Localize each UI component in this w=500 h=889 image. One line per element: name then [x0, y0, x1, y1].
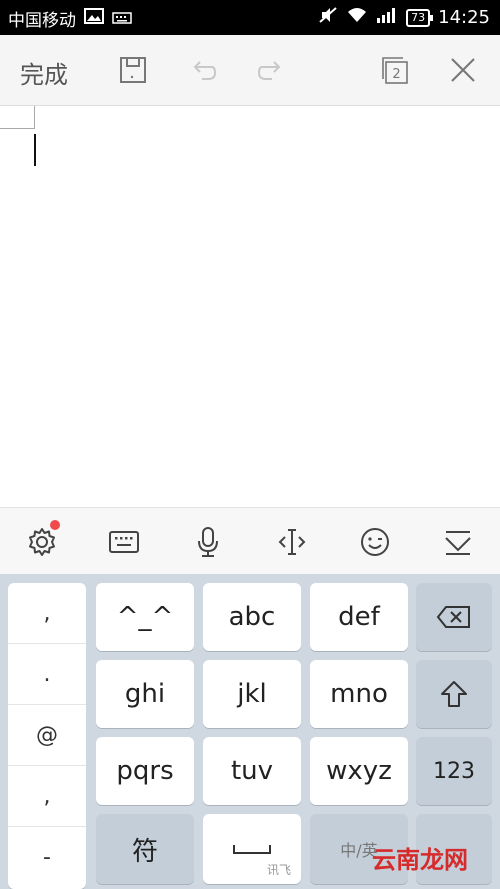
t9-keyboard: , . @ , - ^_^ abc def ghi jkl mno pqrs t…: [0, 574, 500, 889]
microphone-icon[interactable]: [190, 524, 226, 560]
signal-icon: [376, 7, 398, 28]
undo-icon[interactable]: [186, 53, 220, 87]
key-emoticon[interactable]: ^_^: [96, 583, 194, 651]
punct-key-at[interactable]: @: [8, 705, 86, 766]
key-def[interactable]: def: [310, 583, 408, 651]
redo-icon[interactable]: [254, 53, 288, 87]
gallery-icon: [84, 8, 104, 29]
status-right: 73 14:25: [318, 6, 490, 29]
key-tuv[interactable]: tuv: [203, 737, 301, 805]
punctuation-column: , . @ , -: [8, 583, 86, 889]
space-key-brand: 讯飞: [266, 863, 291, 877]
text-editor[interactable]: [0, 106, 500, 507]
punct-key-period[interactable]: .: [8, 644, 86, 705]
key-jkl[interactable]: jkl: [203, 660, 301, 728]
punct-key-dash[interactable]: -: [8, 827, 86, 887]
space-key[interactable]: 讯飞: [203, 814, 301, 884]
watermark: 云南龙网: [372, 846, 468, 874]
clock: 14:25: [438, 7, 490, 28]
hide-keyboard-icon[interactable]: [440, 524, 476, 560]
key-ghi[interactable]: ghi: [96, 660, 194, 728]
pages-count: 2: [392, 67, 400, 82]
notification-dot: [50, 520, 60, 530]
carrier-name: 中国移动: [8, 11, 76, 31]
backspace-icon: [436, 606, 470, 628]
shift-key[interactable]: [416, 660, 492, 728]
shift-icon: [441, 681, 467, 707]
keyboard-status-icon: [112, 9, 132, 29]
ime-toolbar: [0, 507, 500, 575]
table-corner: [0, 106, 35, 129]
text-caret: [34, 134, 36, 166]
done-button[interactable]: 完成: [20, 55, 68, 90]
symbol-key[interactable]: 符: [96, 814, 194, 884]
editor-toolbar: 完成 2: [0, 35, 500, 106]
number-mode-key[interactable]: 123: [416, 737, 492, 805]
keyboard-icon[interactable]: [106, 524, 142, 560]
punct-key-comma[interactable]: ,: [8, 583, 86, 644]
key-abc[interactable]: abc: [203, 583, 301, 651]
close-icon[interactable]: [446, 53, 480, 87]
cursor-icon[interactable]: [274, 524, 310, 560]
backspace-key[interactable]: [416, 583, 492, 651]
status-bar: 中国移动 73 14:25: [0, 0, 500, 35]
pages-icon[interactable]: 2: [378, 53, 412, 87]
save-icon[interactable]: [116, 53, 150, 87]
mute-icon: [318, 6, 338, 29]
key-mno[interactable]: mno: [310, 660, 408, 728]
battery-indicator: 73: [406, 8, 434, 27]
key-pqrs[interactable]: pqrs: [96, 737, 194, 805]
key-wxyz[interactable]: wxyz: [310, 737, 408, 805]
wifi-icon: [346, 7, 368, 28]
space-icon: [233, 845, 271, 854]
emoji-icon[interactable]: [357, 524, 393, 560]
punct-key-comma-2[interactable]: ,: [8, 766, 86, 827]
status-left: 中国移动: [8, 6, 132, 31]
gear-icon[interactable]: [24, 520, 60, 560]
